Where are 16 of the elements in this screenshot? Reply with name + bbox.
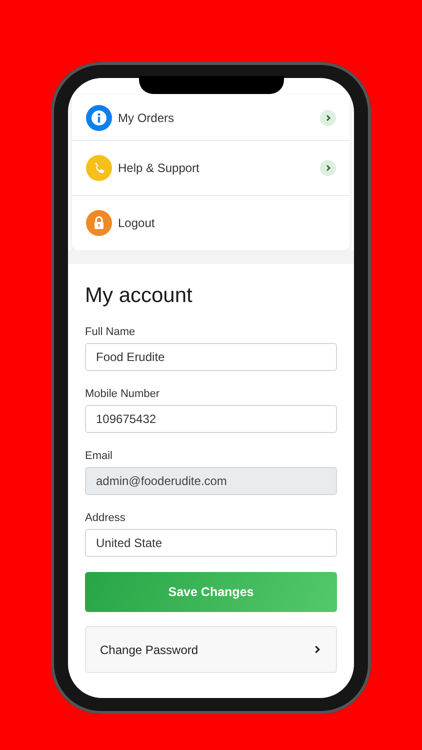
chevron-icon — [313, 645, 322, 654]
lock-icon — [86, 210, 112, 236]
field-label: Mobile Number — [85, 388, 160, 400]
phone-icon — [86, 155, 112, 181]
input-field[interactable]: United State — [85, 529, 337, 557]
field-label: Full Name — [85, 326, 136, 338]
menu-item[interactable]: My Orders — [72, 95, 350, 140]
change-password-button[interactable]: Change Password — [85, 626, 337, 673]
field-label: Address — [85, 512, 126, 524]
field-label: Email — [85, 450, 113, 462]
input-field[interactable]: Food Erudite — [85, 343, 337, 371]
info-icon — [86, 104, 112, 130]
section-title: My account — [85, 284, 194, 308]
change-password-label: Change Password — [100, 642, 198, 656]
input-field[interactable]: 109675432 — [85, 405, 337, 433]
menu-item[interactable]: Help & Support — [72, 140, 350, 195]
